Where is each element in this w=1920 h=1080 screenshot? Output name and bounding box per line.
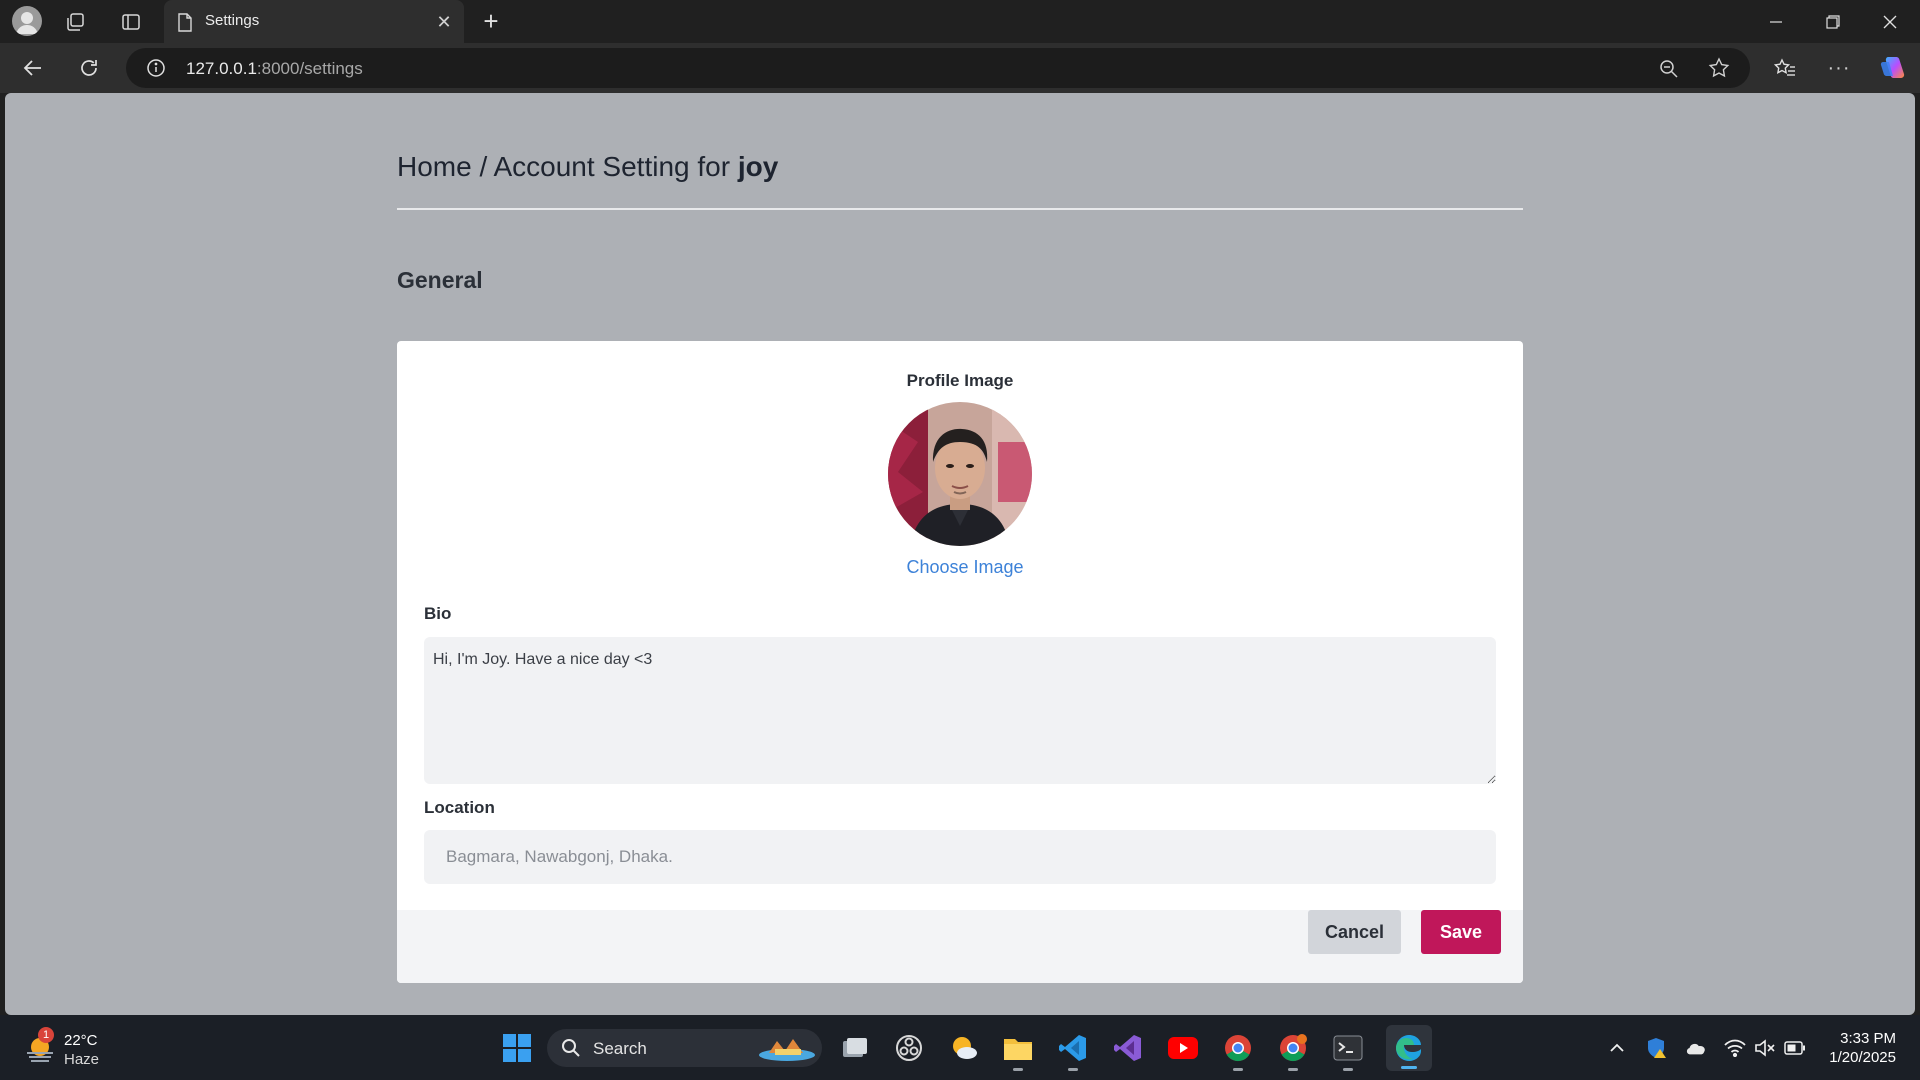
tab-settings[interactable]: Settings ✕ <box>164 0 464 43</box>
running-indicator <box>1233 1068 1243 1071</box>
browser-tab-bar: Settings ✕ + <box>0 0 1920 43</box>
tab-title: Settings <box>205 12 260 29</box>
running-indicator <box>1288 1068 1298 1071</box>
minimize-button[interactable] <box>1748 0 1804 43</box>
profile-avatar-image <box>888 402 1032 546</box>
security-warning-icon[interactable] <box>1646 1037 1668 1059</box>
terminal-icon[interactable] <box>1331 1031 1365 1071</box>
visual-studio-icon[interactable] <box>1111 1031 1145 1065</box>
active-indicator <box>1401 1066 1417 1069</box>
volume-muted-icon[interactable] <box>1754 1037 1776 1059</box>
location-input[interactable] <box>424 830 1496 884</box>
onedrive-icon[interactable] <box>1685 1037 1707 1059</box>
youtube-icon[interactable] <box>1166 1031 1200 1065</box>
weather-widget[interactable]: 1 22°C Haze <box>24 1027 144 1069</box>
running-indicator <box>1013 1068 1023 1071</box>
running-indicator <box>1068 1068 1078 1071</box>
cancel-button[interactable]: Cancel <box>1308 910 1401 954</box>
restore-button[interactable] <box>1805 0 1861 43</box>
refresh-icon[interactable] <box>76 55 102 81</box>
settings-card: Profile Image Choose Image Bio Hi, I'm J… <box>397 341 1523 983</box>
profile-image-label: Profile Image <box>906 371 1014 390</box>
battery-icon[interactable] <box>1784 1037 1806 1059</box>
save-button[interactable]: Save <box>1421 910 1501 954</box>
breadcrumb-text: Home / Account Setting for <box>397 151 731 182</box>
favorite-star-icon[interactable] <box>1708 57 1730 79</box>
clock-date: 1/20/2025 <box>1829 1049 1896 1066</box>
chrome-profile-icon[interactable] <box>1276 1031 1310 1071</box>
task-view-icon[interactable] <box>837 1031 871 1065</box>
clock-time: 3:33 PM <box>1840 1030 1896 1047</box>
wifi-icon[interactable] <box>1724 1037 1746 1059</box>
card-footer: Cancel Save <box>397 910 1523 983</box>
search-icon <box>561 1038 581 1058</box>
windows-taskbar: 1 22°C Haze Search 3:33 PM 1/20/2025 <box>0 1015 1920 1080</box>
weather-badge: 1 <box>38 1027 54 1043</box>
choose-image-link[interactable]: Choose Image <box>397 557 1523 578</box>
browser-profile-avatar[interactable] <box>12 6 42 36</box>
chevron-up-icon[interactable] <box>1606 1037 1628 1059</box>
weather-condition: Haze <box>64 1051 100 1068</box>
bio-textarea[interactable]: Hi, I'm Joy. Have a nice day <3 <box>424 637 1496 784</box>
url-text: 127.0.0.1:8000/settings <box>186 59 363 78</box>
running-indicator <box>1343 1068 1353 1071</box>
copilot-icon[interactable] <box>1878 53 1908 83</box>
site-info-icon[interactable] <box>146 58 166 78</box>
bio-label: Bio <box>424 604 452 623</box>
page-viewport: Home / Account Setting for joy General P… <box>5 93 1915 1015</box>
breadcrumb: Home / Account Setting for joy <box>397 151 778 183</box>
vscode-icon[interactable] <box>1056 1031 1090 1071</box>
chrome-icon[interactable] <box>1221 1031 1255 1071</box>
breadcrumb-username: joy <box>737 151 779 182</box>
browser-toolbar: 127.0.0.1:8000/settings ··· <box>0 43 1920 93</box>
header-divider <box>397 208 1523 210</box>
back-icon[interactable] <box>20 55 46 81</box>
new-tab-icon[interactable]: + <box>478 6 504 36</box>
close-tab-icon[interactable]: ✕ <box>434 12 454 32</box>
favorites-icon[interactable] <box>1772 55 1798 81</box>
obs-icon[interactable] <box>892 1031 926 1065</box>
edge-icon[interactable] <box>1386 1025 1432 1071</box>
search-highlight-icon <box>757 1033 817 1063</box>
close-window-button[interactable] <box>1862 0 1918 43</box>
page-icon <box>176 12 194 32</box>
vertical-tabs-icon[interactable] <box>118 9 144 35</box>
start-icon[interactable] <box>500 1031 534 1065</box>
workspaces-icon[interactable] <box>62 9 88 35</box>
taskbar-search[interactable]: Search <box>547 1029 822 1067</box>
search-label: Search <box>593 1039 647 1058</box>
weather-app-icon[interactable] <box>947 1031 981 1065</box>
more-options-icon[interactable]: ··· <box>1826 55 1852 81</box>
location-label: Location <box>424 798 495 817</box>
section-heading: General <box>397 267 483 293</box>
file-explorer-icon[interactable] <box>1001 1031 1035 1071</box>
address-bar[interactable]: 127.0.0.1:8000/settings <box>126 48 1750 88</box>
zoom-out-icon[interactable] <box>1658 58 1680 80</box>
weather-temp: 22°C <box>64 1032 98 1049</box>
system-clock[interactable]: 3:33 PM 1/20/2025 <box>1829 1029 1896 1067</box>
